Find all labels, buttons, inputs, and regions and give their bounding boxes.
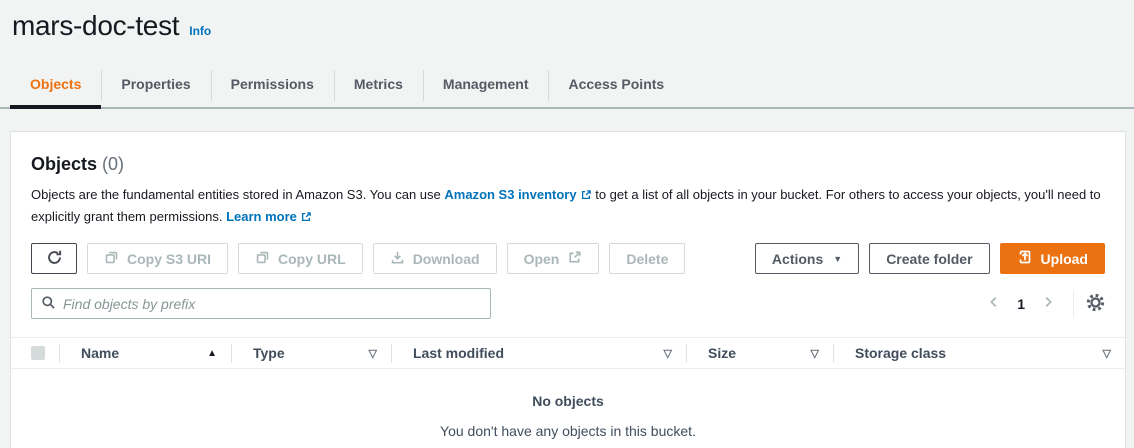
tab-management-label: Management xyxy=(443,76,529,92)
panel-title-text: Objects xyxy=(31,154,97,174)
panel-description: Objects are the fundamental entities sto… xyxy=(31,185,1105,229)
search-row: 1 xyxy=(31,288,1105,319)
download-button[interactable]: Download xyxy=(373,243,497,274)
chevron-right-icon xyxy=(1041,295,1055,312)
copy-s3-uri-label: Copy S3 URI xyxy=(127,251,211,267)
tab-properties-label: Properties xyxy=(121,76,190,92)
sort-icon: ▽ xyxy=(811,347,819,360)
learn-more-link[interactable]: Learn more xyxy=(226,209,312,224)
panel-header: Objects (0) Objects are the fundamental … xyxy=(11,132,1125,229)
objects-panel: Objects (0) Objects are the fundamental … xyxy=(10,131,1126,448)
delete-label: Delete xyxy=(626,251,668,267)
tab-access-points[interactable]: Access Points xyxy=(548,64,684,107)
table-header-row: Name ▲ Type ▽ Last modified ▽ Size ▽ Sto… xyxy=(11,338,1125,369)
tab-management[interactable]: Management xyxy=(423,64,549,107)
tab-access-points-label: Access Points xyxy=(568,76,664,92)
page-header: mars-doc-test Info xyxy=(0,0,1134,42)
create-folder-button[interactable]: Create folder xyxy=(869,243,989,274)
column-label-name: Name xyxy=(81,345,119,361)
column-header-type[interactable]: Type ▽ xyxy=(231,338,391,368)
download-label: Download xyxy=(413,251,480,267)
column-header-name[interactable]: Name ▲ xyxy=(59,338,231,368)
refresh-button[interactable] xyxy=(31,243,77,274)
tab-objects[interactable]: Objects xyxy=(10,64,101,107)
tab-permissions-label: Permissions xyxy=(231,76,314,92)
tab-metrics-label: Metrics xyxy=(354,76,403,92)
tab-properties[interactable]: Properties xyxy=(101,64,210,107)
select-all-checkbox[interactable] xyxy=(31,346,45,360)
learn-more-link-label: Learn more xyxy=(226,209,297,224)
object-count: (0) xyxy=(102,154,124,174)
upload-label: Upload xyxy=(1041,251,1088,267)
panel-title: Objects (0) xyxy=(31,154,1105,175)
chevron-left-icon xyxy=(987,295,1001,312)
open-button[interactable]: Open xyxy=(507,243,600,274)
tab-objects-label: Objects xyxy=(30,76,81,92)
info-link[interactable]: Info xyxy=(189,24,211,38)
pagination: 1 xyxy=(981,291,1105,317)
column-header-size[interactable]: Size ▽ xyxy=(686,338,833,368)
page-title: mars-doc-test xyxy=(12,10,179,42)
search-box xyxy=(31,288,491,319)
preferences-button[interactable] xyxy=(1086,293,1105,315)
download-icon xyxy=(390,250,405,268)
empty-state-title: No objects xyxy=(11,393,1125,409)
copy-icon xyxy=(104,250,119,268)
sort-ascending-icon: ▲ xyxy=(207,348,217,359)
pagination-divider xyxy=(1073,291,1074,317)
tab-bar: Objects Properties Permissions Metrics M… xyxy=(0,64,1134,109)
tab-permissions[interactable]: Permissions xyxy=(211,64,334,107)
s3-inventory-link-label: Amazon S3 inventory xyxy=(444,187,576,202)
previous-page-button[interactable] xyxy=(981,291,1007,316)
refresh-icon xyxy=(46,249,63,269)
copy-icon xyxy=(255,250,270,268)
sort-icon: ▽ xyxy=(369,347,377,360)
actions-dropdown-button[interactable]: Actions ▼ xyxy=(755,243,859,274)
delete-button[interactable]: Delete xyxy=(609,243,685,274)
objects-table: Name ▲ Type ▽ Last modified ▽ Size ▽ Sto… xyxy=(11,337,1125,448)
copy-url-label: Copy URL xyxy=(278,251,346,267)
sort-icon: ▽ xyxy=(1103,347,1111,360)
object-toolbar: Copy S3 URI Copy URL Download Open Delet… xyxy=(31,243,1105,274)
external-link-icon xyxy=(580,187,592,207)
copy-s3-uri-button[interactable]: Copy S3 URI xyxy=(87,243,228,274)
upload-button[interactable]: Upload xyxy=(1000,243,1105,274)
empty-state-message: You don't have any objects in this bucke… xyxy=(11,423,1125,439)
search-input[interactable] xyxy=(63,296,481,312)
create-folder-label: Create folder xyxy=(886,251,972,267)
open-label: Open xyxy=(524,251,560,267)
sort-icon: ▽ xyxy=(664,347,672,360)
search-icon xyxy=(41,295,56,313)
caret-down-icon: ▼ xyxy=(833,254,842,264)
gear-icon xyxy=(1086,293,1105,315)
actions-label: Actions xyxy=(772,251,823,267)
column-label-size: Size xyxy=(708,345,736,361)
column-header-last-modified[interactable]: Last modified ▽ xyxy=(391,338,686,368)
description-text-1: Objects are the fundamental entities sto… xyxy=(31,187,441,202)
empty-state: No objects You don't have any objects in… xyxy=(11,369,1125,448)
select-all-cell xyxy=(11,338,59,368)
upload-icon xyxy=(1017,249,1033,268)
current-page-number: 1 xyxy=(1007,296,1035,312)
column-label-storage-class: Storage class xyxy=(855,345,946,361)
tab-metrics[interactable]: Metrics xyxy=(334,64,423,107)
s3-inventory-link[interactable]: Amazon S3 inventory xyxy=(444,187,591,202)
copy-url-button[interactable]: Copy URL xyxy=(238,243,363,274)
column-label-type: Type xyxy=(253,345,285,361)
column-header-storage-class[interactable]: Storage class ▽ xyxy=(833,338,1125,368)
external-link-icon xyxy=(567,250,582,268)
external-link-icon xyxy=(300,209,312,229)
next-page-button[interactable] xyxy=(1035,291,1061,316)
column-label-last-modified: Last modified xyxy=(413,345,504,361)
